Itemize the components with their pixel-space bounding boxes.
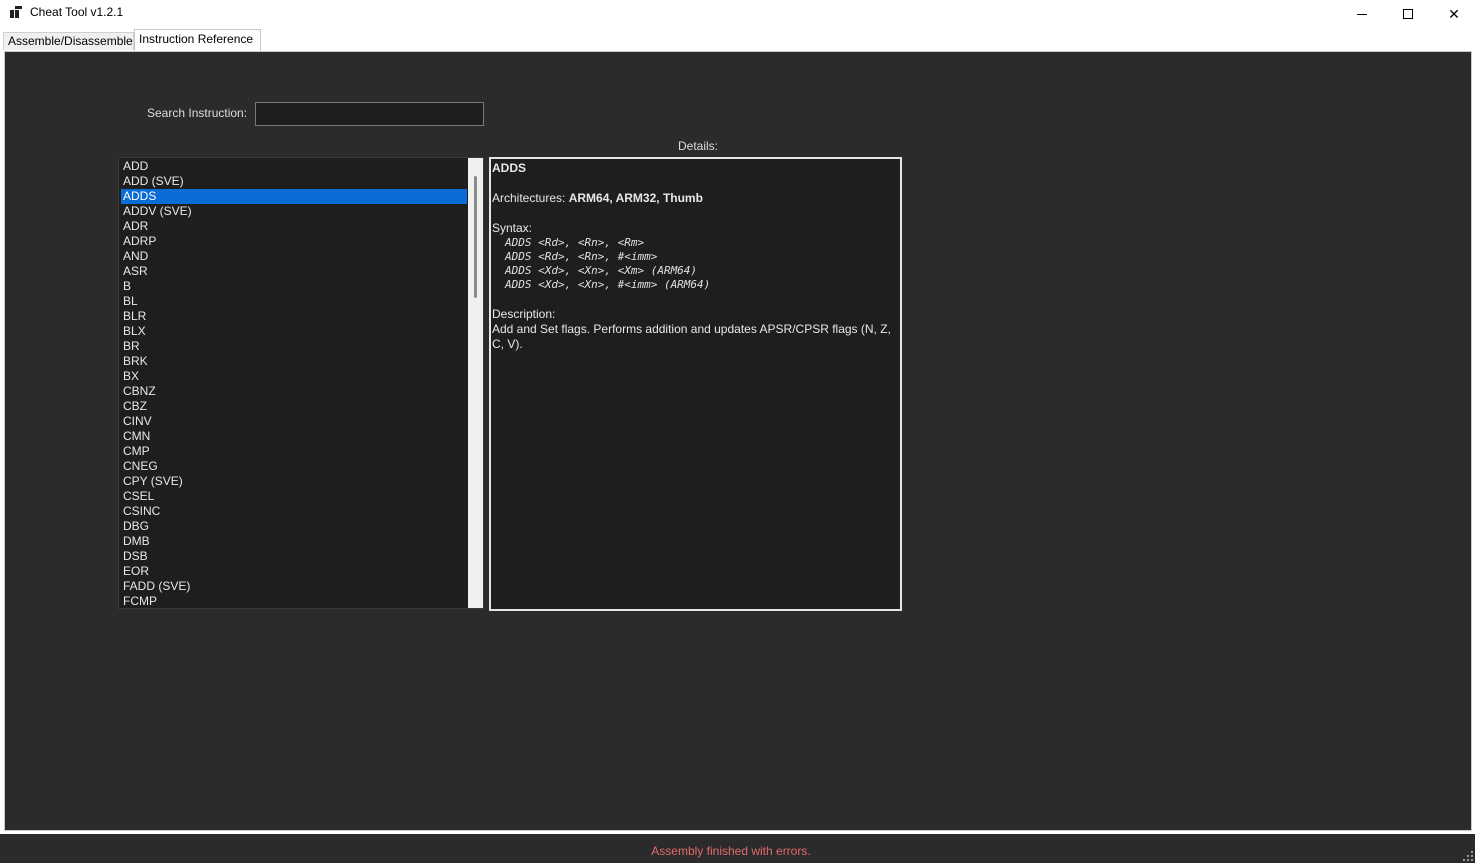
syntax-line: ADDS <Xd>, <Xn>, <Xm> (ARM64) bbox=[505, 264, 698, 277]
list-item[interactable]: CINV bbox=[121, 414, 467, 429]
maximize-icon bbox=[1403, 9, 1413, 19]
list-item[interactable]: BR bbox=[121, 339, 467, 354]
resize-grip-icon[interactable] bbox=[1463, 851, 1473, 861]
details-box: ADDS Architectures: ARM64, ARM32, Thumb … bbox=[489, 157, 902, 611]
scrollbar-thumb[interactable] bbox=[474, 176, 477, 298]
window-title: Cheat Tool v1.2.1 bbox=[30, 5, 124, 19]
maximize-button[interactable] bbox=[1385, 0, 1431, 28]
list-item[interactable]: BX bbox=[121, 369, 467, 384]
list-item[interactable]: DSB bbox=[121, 549, 467, 564]
list-item[interactable]: BL bbox=[121, 294, 467, 309]
list-item[interactable]: DBG bbox=[121, 519, 467, 534]
app-window: Cheat Tool v1.2.1 ✕ Assemble/Disassemble… bbox=[0, 0, 1475, 863]
details-title: ADDS bbox=[492, 161, 527, 175]
list-item[interactable]: ADD (SVE) bbox=[121, 174, 467, 189]
list-item[interactable]: ADD bbox=[121, 159, 467, 174]
minimize-button[interactable] bbox=[1339, 0, 1385, 28]
instruction-reference-panel: Search Instruction: Details: ADD ADD (SVE… bbox=[4, 51, 1472, 831]
list-item[interactable]: CSINC bbox=[121, 504, 467, 519]
list-item[interactable]: BRK bbox=[121, 354, 467, 369]
list-item[interactable]: CSEL bbox=[121, 489, 467, 504]
syntax-line: ADDS <Rd>, <Rn>, <Rm> bbox=[505, 236, 645, 249]
list-item[interactable]: ADR bbox=[121, 219, 467, 234]
architectures-label: Architectures: bbox=[492, 191, 566, 205]
list-scrollbar[interactable] bbox=[468, 158, 483, 608]
tab-assemble-disassemble[interactable]: Assemble/Disassemble bbox=[3, 32, 134, 50]
list-item[interactable]: DMB bbox=[121, 534, 467, 549]
status-message: Assembly finished with errors. bbox=[651, 844, 811, 858]
list-item[interactable]: AND bbox=[121, 249, 467, 264]
syntax-label: Syntax: bbox=[492, 221, 533, 235]
description-label: Description: bbox=[492, 307, 556, 321]
details-label: Details: bbox=[678, 139, 719, 153]
description-text: Add and Set flags. Performs addition and… bbox=[492, 322, 891, 351]
list-item[interactable]: CBNZ bbox=[121, 384, 467, 399]
minimize-icon bbox=[1357, 13, 1367, 15]
syntax-line: ADDS <Rd>, <Rn>, #<imm> bbox=[505, 250, 658, 263]
list-item[interactable]: BLR bbox=[121, 309, 467, 324]
list-item[interactable]: CPY (SVE) bbox=[121, 474, 467, 489]
search-label: Search Instruction: bbox=[147, 106, 248, 120]
status-bar: Assembly finished with errors. bbox=[0, 834, 1475, 863]
list-item[interactable]: FCMP bbox=[121, 594, 467, 608]
instruction-list[interactable]: ADD ADD (SVE) ADDS ADDV (SVE) ADR ADRP AND ASR B… bbox=[118, 157, 484, 609]
app-icon bbox=[10, 6, 22, 18]
list-item[interactable]: CMN bbox=[121, 429, 467, 444]
list-item[interactable]: BLX bbox=[121, 324, 467, 339]
syntax-line: ADDS <Xd>, <Xn>, #<imm> (ARM64) bbox=[505, 278, 711, 291]
list-item[interactable]: ADDS bbox=[121, 189, 467, 204]
list-item[interactable]: ASR bbox=[121, 264, 467, 279]
tab-strip: Assemble/Disassemble Instruction Referen… bbox=[0, 28, 1475, 51]
list-item[interactable]: EOR bbox=[121, 564, 467, 579]
architectures-line: Architectures: ARM64, ARM32, Thumb bbox=[492, 191, 899, 206]
list-item[interactable]: B bbox=[121, 279, 467, 294]
list-item[interactable]: ADRP bbox=[121, 234, 467, 249]
close-button[interactable]: ✕ bbox=[1431, 0, 1475, 28]
list-item[interactable]: CBZ bbox=[121, 399, 467, 414]
list-item[interactable]: ADDV (SVE) bbox=[121, 204, 467, 219]
list-item[interactable]: CNEG bbox=[121, 459, 467, 474]
architectures-value: ARM64, ARM32, Thumb bbox=[568, 191, 703, 205]
close-icon: ✕ bbox=[1448, 5, 1460, 22]
list-item[interactable]: CMP bbox=[121, 444, 467, 459]
tab-instruction-reference[interactable]: Instruction Reference bbox=[134, 29, 261, 51]
list-item[interactable]: FADD (SVE) bbox=[121, 579, 467, 594]
search-input[interactable] bbox=[255, 102, 484, 126]
title-bar[interactable]: Cheat Tool v1.2.1 ✕ bbox=[0, 0, 1475, 28]
